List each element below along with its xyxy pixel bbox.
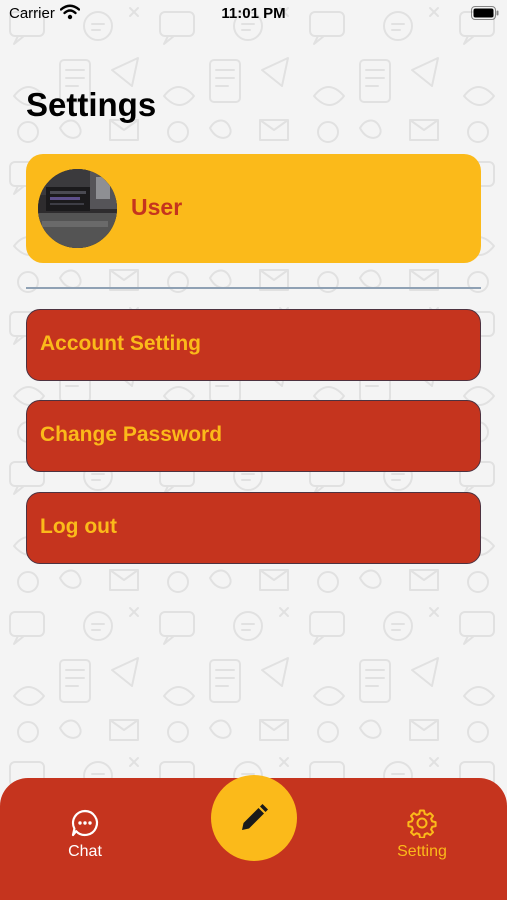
user-profile-card[interactable]: User <box>26 154 481 263</box>
tab-setting[interactable]: Setting <box>377 808 467 861</box>
tab-chat-label: Chat <box>68 843 102 860</box>
battery-icon <box>471 6 499 20</box>
clock: 11:01 PM <box>221 5 286 22</box>
avatar <box>38 169 117 248</box>
gear-icon <box>407 809 437 838</box>
account-setting-label: Account Setting <box>40 332 201 355</box>
change-password-label: Change Password <box>40 423 223 446</box>
user-name: User <box>131 194 183 220</box>
page-title: Settings <box>26 86 157 123</box>
account-setting-button[interactable]: Account Setting <box>26 309 481 381</box>
tab-setting-label: Setting <box>397 843 447 860</box>
divider <box>26 287 481 289</box>
compose-button[interactable] <box>211 775 297 861</box>
pencil-icon <box>242 804 268 830</box>
log-out-label: Log out <box>40 515 117 538</box>
log-out-button[interactable]: Log out <box>26 492 481 564</box>
chat-bubble-icon <box>71 809 99 837</box>
tab-chat[interactable]: Chat <box>40 808 130 861</box>
change-password-button[interactable]: Change Password <box>26 400 481 472</box>
status-bar: Carrier 11:01 PM <box>0 0 507 30</box>
